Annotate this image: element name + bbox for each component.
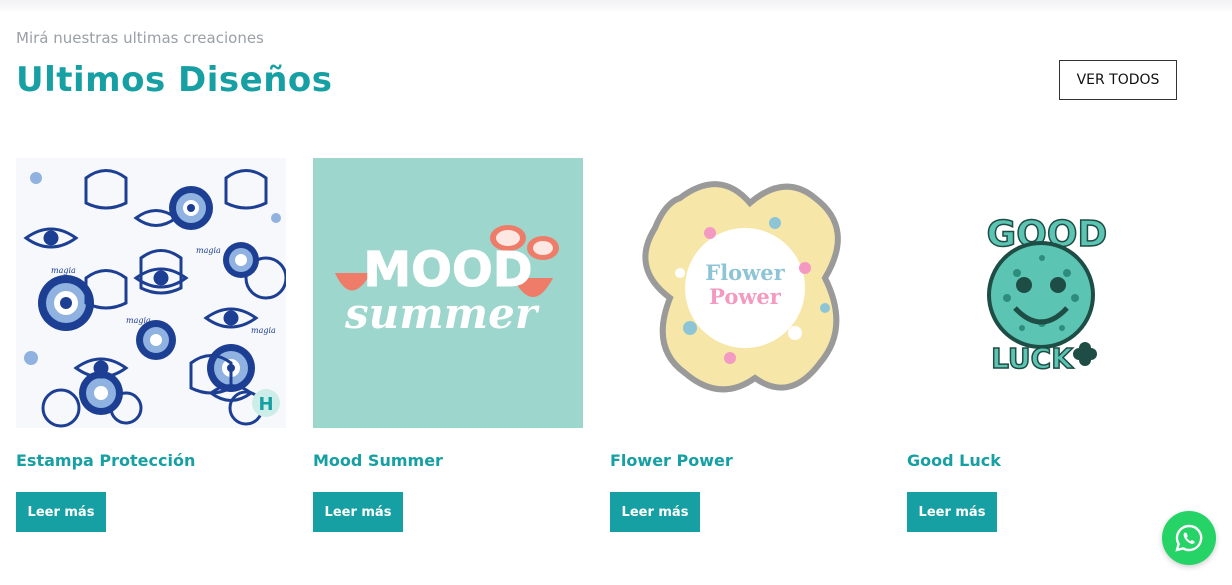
header-shadow — [0, 0, 1232, 14]
design-text-bottom: summer — [344, 289, 540, 338]
product-name[interactable]: Mood Summer — [313, 451, 443, 470]
good-luck-design-image[interactable]: GOOD LUCK — [907, 158, 1177, 428]
product-card: GOOD LUCK Good Luck Leer más — [907, 158, 1177, 532]
product-name[interactable]: Good Luck — [907, 451, 1001, 470]
product-card: magia magia magia magia H Estampa Protecció… — [16, 158, 286, 532]
svg-text:magia: magia — [196, 246, 221, 255]
product-name[interactable]: Flower Power — [610, 451, 733, 470]
product-card: MOOD summer Mood Summer Leer más — [313, 158, 583, 532]
read-more-button[interactable]: Leer más — [313, 492, 403, 532]
design-text-bottom: LUCK — [991, 342, 1074, 375]
view-all-button[interactable]: VER TODOS — [1059, 60, 1177, 100]
product-name[interactable]: Estampa Protección — [16, 451, 195, 470]
mood-summer-design-image[interactable]: MOOD summer — [313, 158, 583, 428]
whatsapp-button[interactable] — [1162, 511, 1216, 565]
svg-text:magia: magia — [51, 266, 76, 275]
product-card: Flower Power Flower Power Leer más — [610, 158, 880, 532]
read-more-button[interactable]: Leer más — [610, 492, 700, 532]
section-title: Ultimos Diseños — [16, 60, 333, 100]
watermark-h: H — [258, 394, 273, 415]
svg-text:magia: magia — [126, 316, 151, 325]
section-subtitle: Mirá nuestras ultimas creaciones — [16, 29, 264, 47]
svg-text:magia: magia — [251, 326, 276, 335]
read-more-button[interactable]: Leer más — [907, 492, 997, 532]
evil-eye-pattern-image[interactable]: magia magia magia magia H — [16, 158, 286, 428]
design-text-bottom: Power — [709, 284, 782, 309]
read-more-button[interactable]: Leer más — [16, 492, 106, 532]
whatsapp-icon — [1175, 524, 1203, 552]
design-text-top: Flower — [705, 260, 785, 285]
flower-power-design-image[interactable]: Flower Power — [610, 158, 880, 428]
